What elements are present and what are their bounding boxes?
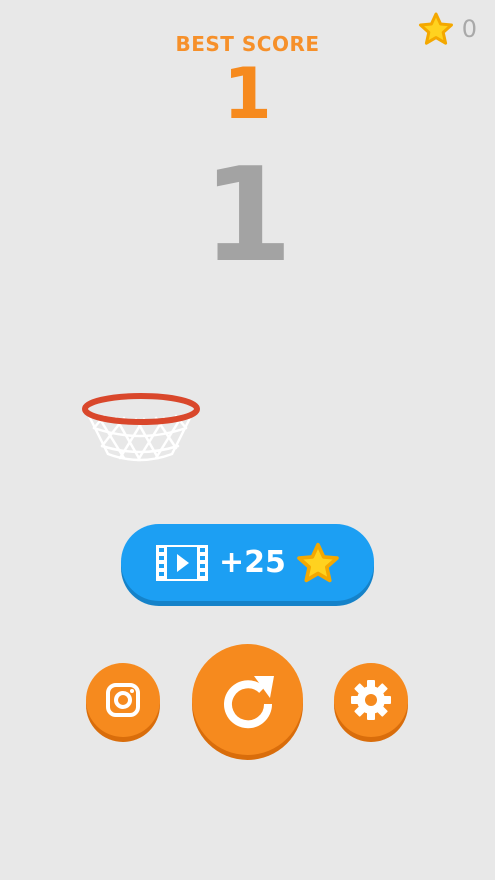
current-score: 1	[202, 139, 293, 291]
settings-button[interactable]	[334, 663, 408, 737]
restart-icon	[218, 670, 278, 730]
instagram-button[interactable]	[86, 663, 160, 737]
star-icon	[296, 542, 340, 584]
basketball-hoop-icon	[80, 392, 202, 464]
watch-video-reward-button[interactable]: +25	[121, 524, 374, 601]
restart-button[interactable]	[192, 644, 303, 755]
instagram-icon	[105, 682, 141, 718]
film-icon	[155, 544, 209, 582]
gear-icon	[349, 678, 393, 722]
reward-amount: +25	[219, 545, 286, 580]
best-score-value: 1	[223, 53, 272, 135]
